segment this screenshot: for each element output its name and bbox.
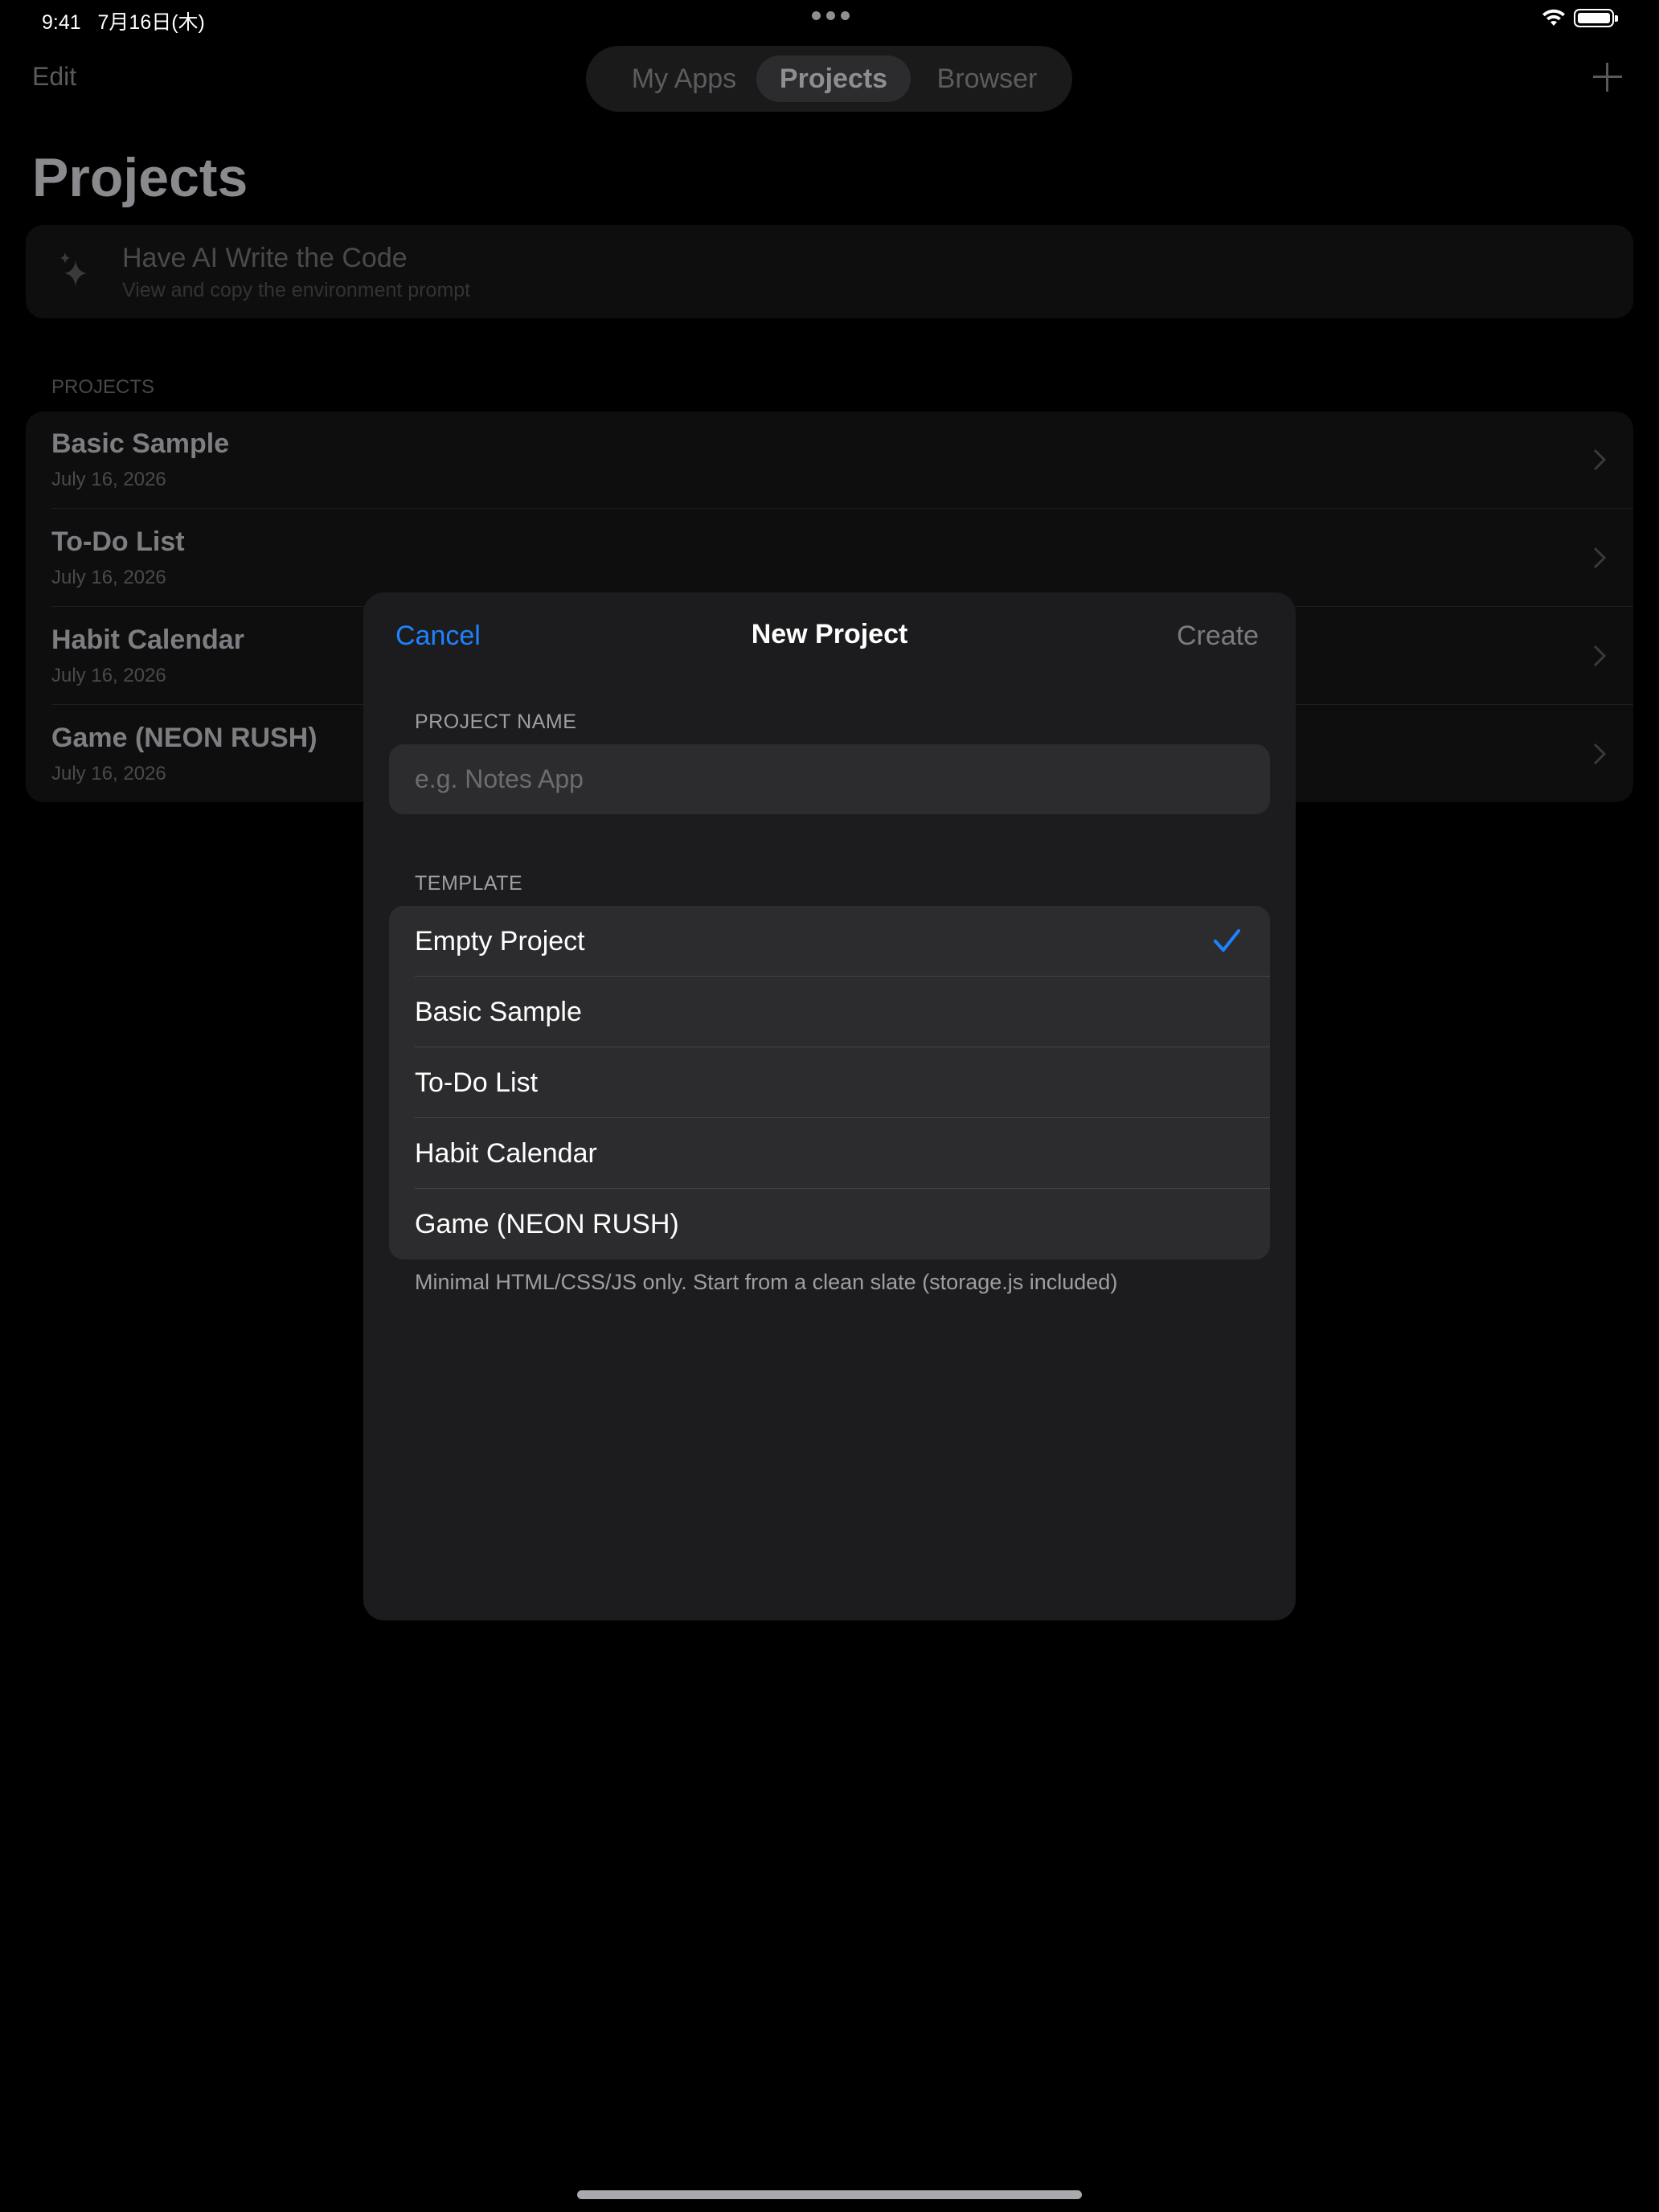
wifi-icon [1542,9,1565,26]
ai-card-title: Have AI Write the Code [122,243,408,273]
project-row-title[interactable]: To-Do List [51,526,185,558]
status-bar-time: 9:41 7月16日(木) [42,6,205,35]
template-option-label: To-Do List [415,1067,539,1098]
create-button[interactable]: Create [1177,621,1259,652]
ai-card-subtitle: View and copy the environment prompt [122,279,471,301]
template-option-empty-project[interactable]: Empty Project [389,906,1270,977]
battery-icon [1574,9,1618,27]
template-description: Minimal HTML/CSS/JS only. Start from a c… [415,1270,1118,1294]
home-indicator[interactable] [577,2190,1082,2199]
chevron-right-icon [1593,645,1606,667]
projects-section-label: PROJECTS [51,376,155,398]
template-option-label: Empty Project [415,926,585,956]
project-row-title[interactable]: Game (NEON RUSH) [51,723,317,754]
cancel-button[interactable]: Cancel [395,621,481,652]
template-option-game-neon-rush[interactable]: Game (NEON RUSH) [389,1189,1270,1260]
date: 7月16日(木) [97,11,205,34]
tab-my-apps[interactable]: My Apps [599,55,769,102]
template-option-basic-sample[interactable]: Basic Sample [389,977,1270,1047]
template-option-label: Game (NEON RUSH) [415,1209,679,1239]
page-title: Projects [32,147,248,208]
project-row-date: July 16, 2026 [51,567,166,588]
project-row-title[interactable]: Habit Calendar [51,625,244,656]
template-list: Empty Project Basic Sample To-Do List Ha… [389,906,1270,1260]
chevron-right-icon [1593,449,1606,471]
edit-button[interactable]: Edit [32,62,76,92]
tab-projects[interactable]: Projects [756,55,911,102]
time: 9:41 [42,11,81,34]
sheet-title: New Project [751,619,908,649]
project-row-title[interactable]: Basic Sample [51,428,229,460]
add-project-icon[interactable] [1593,63,1622,92]
project-row-date: July 16, 2026 [51,665,166,686]
project-name-label: PROJECT NAME [415,711,577,733]
multitasking-dots-icon[interactable] [812,11,850,20]
tab-switcher: My Apps Projects Browser [586,46,1072,112]
project-row-date: July 16, 2026 [51,763,166,784]
template-option-label: Habit Calendar [415,1138,597,1169]
project-row-date: July 16, 2026 [51,469,166,490]
chevron-right-icon [1593,547,1606,569]
chevron-right-icon [1593,743,1606,765]
template-option-todo-list[interactable]: To-Do List [389,1047,1270,1118]
project-name-input[interactable] [389,744,1270,814]
template-label: TEMPLATE [415,872,523,895]
tab-browser[interactable]: Browser [911,55,1063,102]
sparkles-icon [60,252,87,286]
checkmark-icon [1214,929,1240,952]
template-option-label: Basic Sample [415,997,582,1027]
row-divider [51,508,1633,509]
template-option-habit-calendar[interactable]: Habit Calendar [389,1118,1270,1189]
